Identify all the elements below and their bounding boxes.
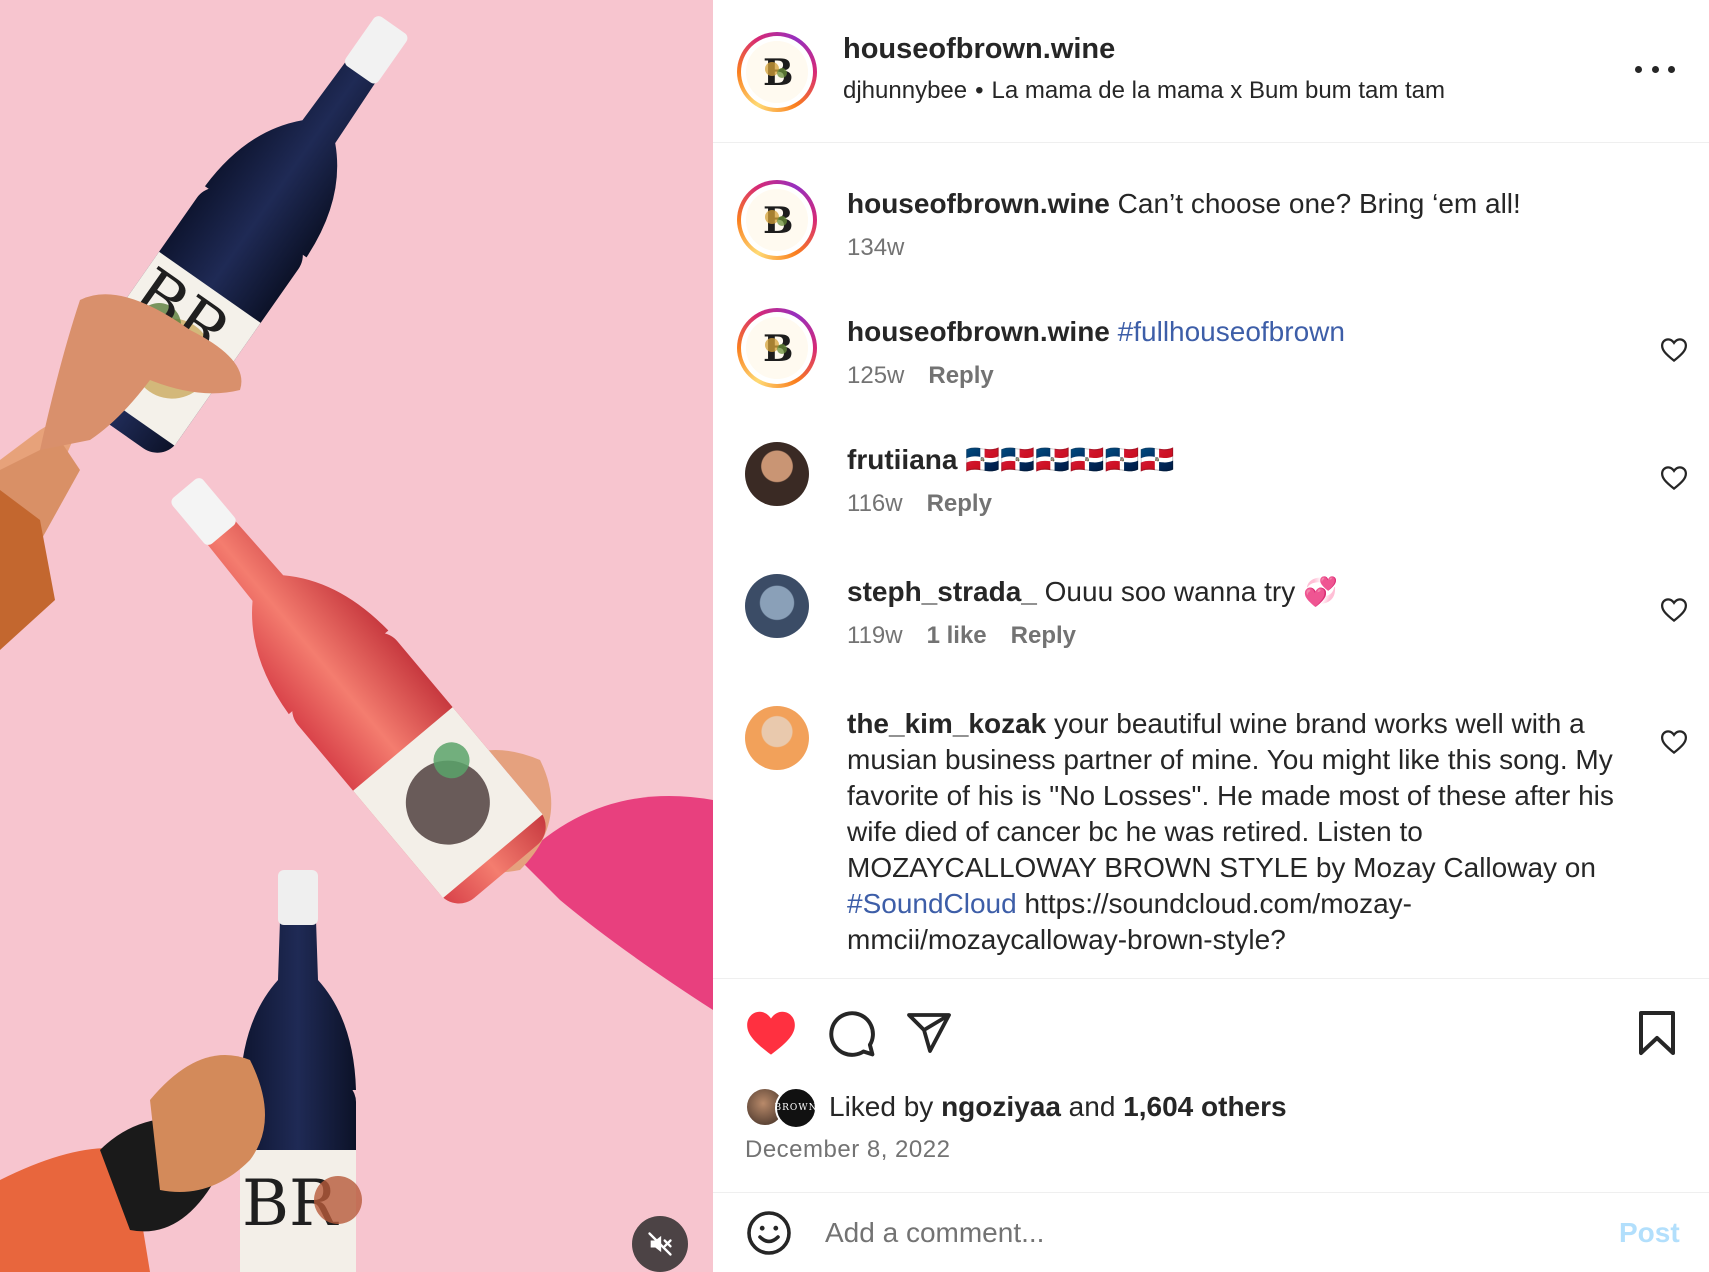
author-username[interactable]: houseofbrown.wine — [843, 33, 1115, 66]
liked-by-avatars: BROWN — [745, 1087, 819, 1129]
heart-outline-icon[interactable] — [1659, 335, 1689, 365]
comment-composer: Post — [713, 1192, 1709, 1272]
comment-hashtag[interactable]: #fullhouseofbrown — [1118, 316, 1345, 347]
likes-count[interactable]: 1,604 others — [1123, 1091, 1286, 1123]
audio-artist[interactable]: djhunnybee — [843, 77, 967, 104]
comment-time[interactable]: 125w — [847, 358, 904, 394]
more-dot-icon — [1635, 65, 1642, 73]
more-dot-icon — [1651, 65, 1659, 73]
comment-username[interactable]: steph_strada_ — [847, 576, 1037, 607]
liker-username[interactable]: ngoziyaa — [941, 1091, 1061, 1123]
comment-input[interactable] — [825, 1211, 1585, 1255]
reply-button[interactable]: Reply — [927, 486, 992, 522]
comments-list[interactable]: B houseofbrown.wine Can’t choose one? Br… — [713, 143, 1709, 978]
comment-username[interactable]: houseofbrown.wine — [847, 188, 1110, 219]
comment-bubble-icon[interactable] — [827, 1009, 877, 1059]
audio-track[interactable]: La mama de la mama x Bum bum tam tam — [992, 77, 1446, 104]
heart-outline-icon[interactable] — [1659, 463, 1689, 493]
comment-time[interactable]: 134w — [847, 230, 904, 266]
brand-logo: B — [746, 41, 808, 103]
post-comment-button[interactable]: Post — [1619, 1217, 1680, 1249]
brand-logo: B — [746, 189, 808, 251]
speaker-muted-icon — [648, 1232, 672, 1256]
heart-outline-icon[interactable] — [1659, 595, 1689, 625]
comment-hashtag[interactable]: #SoundCloud — [847, 888, 1017, 919]
comment-time[interactable]: 116w — [847, 486, 903, 522]
separator-dot: • — [975, 77, 984, 104]
bookmark-icon[interactable] — [1635, 1009, 1679, 1057]
comment-text: Ouuu soo wanna try 💞 — [1044, 576, 1338, 607]
heart-filled-icon[interactable] — [745, 1009, 797, 1057]
post-sidebar: B houseofbrown.wine djhunnybee • La mama d… — [713, 0, 1709, 1272]
audio-attribution[interactable]: djhunnybee • La mama de la mama x Bum bum … — [843, 77, 1445, 105]
post-header: B houseofbrown.wine djhunnybee • La mama d… — [713, 0, 1709, 143]
brand-logo: B — [746, 317, 808, 379]
reply-button[interactable]: Reply — [1011, 618, 1076, 654]
liked-by-prefix: Liked by — [829, 1091, 934, 1122]
more-dot-icon — [1668, 65, 1675, 73]
commenter-avatar[interactable] — [745, 574, 809, 638]
post-media[interactable]: BR BR — [0, 0, 713, 1272]
comment-username[interactable]: the_kim_kozak — [847, 708, 1046, 739]
reply-button[interactable]: Reply — [928, 358, 993, 394]
liked-by-summary[interactable]: BROWN Liked by ngoziyaa and 1,604 others — [745, 1087, 1287, 1129]
comment-text: Can’t choose one? Bring ‘em all! — [1117, 188, 1521, 219]
liker-avatar-brown: BROWN — [775, 1087, 817, 1129]
comment-time[interactable]: 119w — [847, 618, 903, 654]
commenter-avatar[interactable]: B — [737, 180, 817, 260]
commenter-avatar[interactable] — [745, 442, 809, 506]
comment-text: 🇩🇴🇩🇴🇩🇴🇩🇴🇩🇴🇩🇴 — [965, 444, 1175, 475]
comment-username[interactable]: houseofbrown.wine — [847, 316, 1110, 347]
paper-plane-icon[interactable] — [905, 1009, 953, 1057]
smiley-icon[interactable] — [745, 1209, 793, 1257]
author-avatar[interactable]: B — [737, 32, 817, 112]
heart-outline-icon[interactable] — [1659, 727, 1689, 757]
wine-bottles-photo: BR BR — [0, 16, 713, 1272]
post-actions: BROWN Liked by ngoziyaa and 1,604 others… — [713, 978, 1709, 1193]
commenter-avatar[interactable]: B — [737, 308, 817, 388]
commenter-avatar[interactable] — [745, 706, 809, 770]
comment-username[interactable]: frutiiana — [847, 444, 957, 475]
more-options-button[interactable] — [1635, 52, 1675, 86]
liked-by-conjunction: and — [1068, 1091, 1116, 1122]
post-date[interactable]: December 8, 2022 — [745, 1136, 950, 1164]
comment-likes-count[interactable]: 1 like — [927, 618, 987, 654]
mute-toggle-button[interactable] — [632, 1216, 688, 1272]
